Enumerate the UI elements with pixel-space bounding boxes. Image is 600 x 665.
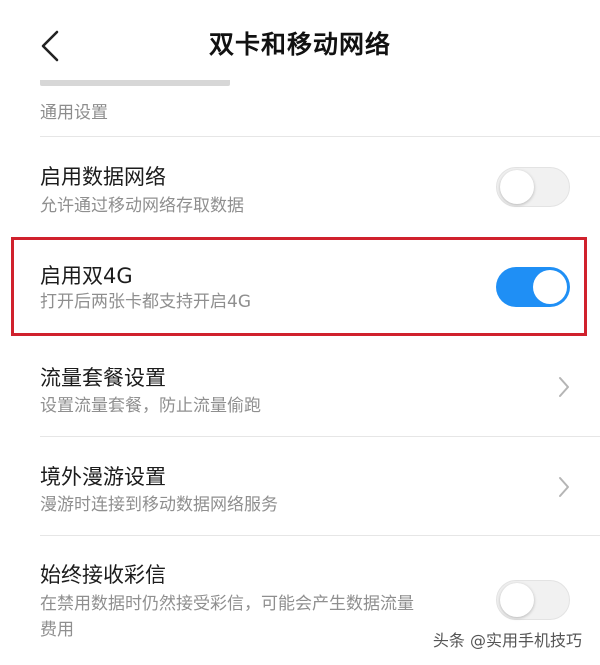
setting-label: 境外漫游设置	[40, 465, 166, 489]
setting-description: 允许通过移动网络存取数据	[40, 196, 244, 216]
setting-description: 设置流量套餐，防止流量偷跑	[40, 396, 261, 416]
setting-description: 漫游时连接到移动数据网络服务	[40, 495, 278, 515]
setting-row-data-plan[interactable]: 流量套餐设置 设置流量套餐，防止流量偷跑	[0, 338, 600, 436]
setting-row-enable-data[interactable]: 启用数据网络 允许通过移动网络存取数据	[0, 137, 600, 235]
setting-row-roaming[interactable]: 境外漫游设置 漫游时连接到移动数据网络服务	[0, 437, 600, 535]
previous-row-subtitle: 通用设置	[40, 103, 108, 123]
enable-data-toggle[interactable]	[496, 167, 570, 207]
setting-label: 始终接收彩信	[40, 563, 166, 587]
back-button[interactable]	[30, 24, 70, 68]
source-watermark: 头条 @实用手机技巧	[428, 625, 586, 653]
previous-setting-row[interactable]: 通用设置	[0, 80, 600, 136]
toggle-knob	[500, 170, 534, 204]
setting-description-line1: 在禁用数据时仍然接受彩信，可能会产生数据流量	[40, 594, 414, 614]
setting-label: 流量套餐设置	[40, 366, 166, 390]
toggle-knob	[500, 583, 534, 617]
chevron-left-icon	[41, 30, 59, 62]
setting-description-line2: 费用	[40, 620, 74, 640]
chevron-right-icon	[559, 477, 569, 497]
app-header: 双卡和移动网络	[0, 0, 600, 86]
page-title: 双卡和移动网络	[208, 30, 391, 59]
setting-label: 启用数据网络	[40, 165, 166, 189]
always-mms-toggle[interactable]	[496, 580, 570, 620]
clipped-row-title	[40, 80, 230, 86]
highlight-annotation-box	[11, 237, 587, 336]
chevron-right-icon	[559, 377, 569, 397]
settings-screen: 双卡和移动网络 通用设置 启用数据网络 允许通过移动网络存取数据 启用双4G 打…	[0, 0, 600, 665]
